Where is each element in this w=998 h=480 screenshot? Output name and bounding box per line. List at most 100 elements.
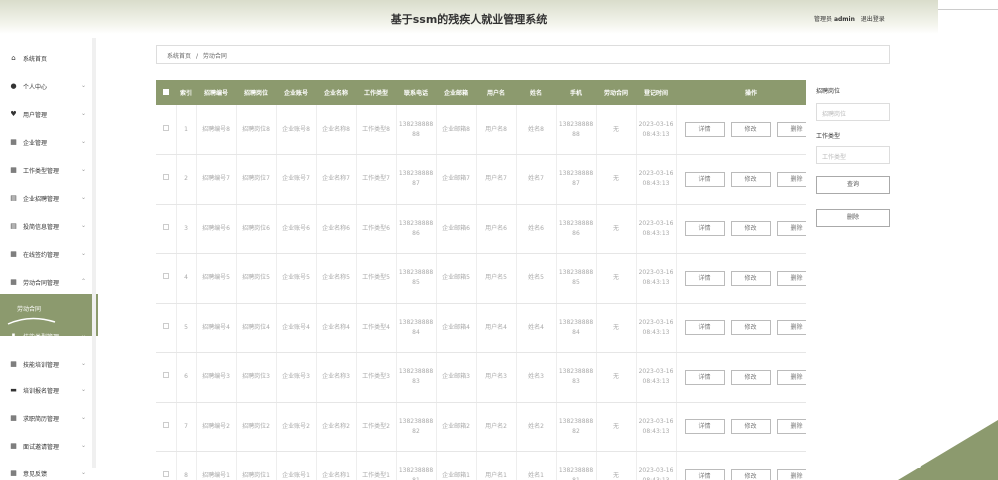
delete-button[interactable]: 删除 bbox=[776, 419, 806, 435]
delete-button[interactable]: 删除 bbox=[776, 369, 806, 385]
position-search-input[interactable]: 招聘岗位 bbox=[816, 103, 890, 121]
sidebar-item[interactable]: ♥ 用户管理 ⌄ bbox=[0, 104, 92, 124]
sidebar-item[interactable]: ▦ 技能培训管理 ⌄ bbox=[0, 354, 92, 374]
table-cell: 企业名称2 bbox=[316, 402, 357, 452]
select-all-checkbox[interactable] bbox=[156, 80, 176, 105]
data-table-container: 索引 招聘编号 招聘岗位 企业账号 企业名称 工作类型 联系电话 企业邮箱 用户名 姓名 手机 劳动合… bbox=[156, 80, 806, 480]
sidebar-item[interactable]: ▦ 在线签约管理 ⌄ bbox=[0, 244, 92, 264]
table-cell: 工作类型7 bbox=[356, 154, 397, 205]
detail-button[interactable]: 详情 bbox=[684, 320, 725, 336]
detail-button[interactable]: 详情 bbox=[684, 419, 725, 435]
table-header-row: 索引 招聘编号 招聘岗位 企业账号 企业名称 工作类型 联系电话 企业邮箱 用户名 姓名 手机 劳动合… bbox=[156, 80, 806, 105]
sidebar-item[interactable]: ▤ 企业招聘管理 ⌄ bbox=[0, 188, 92, 208]
sidebar-scrollbar[interactable] bbox=[92, 38, 96, 468]
table-cell: 招聘编号8 bbox=[196, 105, 237, 155]
breadcrumb-home[interactable]: 系统首页 bbox=[167, 53, 191, 60]
sidebar-item[interactable]: ▬ 培训报名管理 ⌄ bbox=[0, 380, 92, 400]
table-cell: 2023-03-16 08:43:13 bbox=[636, 402, 677, 452]
bar-icon: ▮ bbox=[11, 332, 16, 340]
sidebar-item-label: 意见反馈 bbox=[23, 470, 48, 478]
table-row: 5 招聘编号4 招聘岗位4 企业账号4 企业名称4 工作类型4 13823888884 企业邮… bbox=[156, 303, 806, 353]
table-cell: 2023-03-16 08:43:13 bbox=[636, 204, 677, 254]
detail-button[interactable]: 详情 bbox=[684, 122, 725, 137]
edit-button[interactable]: 修改 bbox=[730, 270, 771, 286]
sidebar-item[interactable]: ▦ 求职简历管理 ⌄ bbox=[0, 408, 92, 428]
table-cell: 招聘编号1 bbox=[196, 451, 237, 480]
edit-button[interactable]: 修改 bbox=[730, 320, 771, 336]
divider bbox=[938, 9, 998, 10]
decorative-corner bbox=[898, 420, 998, 480]
table-cell: 企业邮箱4 bbox=[436, 303, 477, 353]
row-checkbox[interactable] bbox=[156, 204, 177, 254]
sidebar-item[interactable]: ▦ 工作类型管理 ⌄ bbox=[0, 160, 92, 180]
sidebar-item[interactable]: ▮ 技能类型管理 ⌄ bbox=[0, 326, 92, 346]
app-title: 基于ssm的残疾人就业管理系统 bbox=[390, 13, 548, 26]
delete-button[interactable]: 删除 bbox=[776, 122, 806, 137]
detail-button[interactable]: 详情 bbox=[684, 369, 725, 385]
sidebar-item[interactable]: ▦ 意见反馈 ⌄ bbox=[0, 463, 92, 480]
chevron-down-icon: ⌄ bbox=[80, 442, 86, 449]
row-checkbox[interactable] bbox=[156, 352, 177, 403]
row-checkbox[interactable] bbox=[156, 303, 177, 353]
detail-button[interactable]: 详情 bbox=[684, 221, 725, 237]
breadcrumb: 系统首页 / 劳动合同 bbox=[156, 45, 890, 64]
sidebar-item[interactable]: ⌂ 系统首页 bbox=[0, 48, 92, 68]
table-cell: 用户名6 bbox=[476, 204, 517, 254]
sidebar-item[interactable]: ▦ 劳动合同管理 ⌃ bbox=[0, 272, 92, 292]
table-cell: 工作类型6 bbox=[356, 204, 397, 254]
edit-button[interactable]: 修改 bbox=[730, 221, 771, 237]
row-checkbox[interactable] bbox=[156, 105, 177, 155]
table-cell: 招聘编号4 bbox=[196, 303, 237, 353]
edit-button[interactable]: 修改 bbox=[730, 122, 771, 137]
table-cell: 企业名称8 bbox=[316, 105, 357, 155]
search-button[interactable]: 查询 bbox=[816, 176, 890, 194]
doc-icon: ▤ bbox=[10, 194, 17, 202]
chevron-down-icon: ⌄ bbox=[80, 138, 86, 145]
table-cell: 工作类型3 bbox=[356, 352, 397, 403]
sidebar-item[interactable]: ▤ 投简信息管理 ⌄ bbox=[0, 216, 92, 236]
table-cell: 姓名6 bbox=[516, 204, 557, 254]
row-checkbox[interactable] bbox=[156, 253, 177, 304]
logout-link[interactable]: 退出登录 bbox=[861, 16, 885, 23]
sidebar-item-label: 培训报名管理 bbox=[23, 387, 60, 395]
delete-button[interactable]: 删除 bbox=[776, 270, 806, 286]
table-cell: 13823888887 bbox=[396, 154, 437, 205]
watermark: CSDN @佳愉毕设源码 bbox=[790, 456, 923, 471]
table-cell: 13823888881 bbox=[396, 451, 437, 480]
edit-button[interactable]: 修改 bbox=[730, 369, 771, 385]
sidebar-item[interactable]: ▦ 企业管理 ⌄ bbox=[0, 132, 92, 152]
table-cell: 13823888888 bbox=[556, 105, 597, 155]
row-checkbox[interactable] bbox=[156, 402, 177, 452]
delete-button[interactable]: 删除 bbox=[776, 171, 806, 187]
worktype-search-input[interactable]: 工作类型 bbox=[816, 146, 890, 164]
table-cell: 招聘岗位3 bbox=[236, 352, 277, 403]
user-name: admin bbox=[833, 16, 855, 23]
grid-icon: ▦ bbox=[10, 166, 17, 174]
table-cell: 7 bbox=[176, 402, 197, 452]
row-checkbox[interactable] bbox=[156, 154, 177, 205]
edit-button[interactable]: 修改 bbox=[730, 419, 771, 435]
batch-delete-button[interactable]: 删除 bbox=[816, 209, 890, 227]
table-cell: 企业邮箱7 bbox=[436, 154, 477, 205]
sidebar-item[interactable]: ● 个人中心 ⌄ bbox=[0, 76, 92, 96]
detail-button[interactable]: 详情 bbox=[684, 270, 725, 286]
table-cell: 招聘编号7 bbox=[196, 154, 237, 205]
row-actions: 详情 修改 删除 bbox=[676, 451, 806, 480]
edit-button[interactable]: 修改 bbox=[730, 171, 771, 187]
table-cell: 企业账号7 bbox=[276, 154, 317, 205]
doc-icon: ▤ bbox=[10, 222, 17, 230]
column-header: 企业名称 bbox=[323, 90, 348, 97]
table-cell: 用户名3 bbox=[476, 352, 517, 403]
table-cell: 13823888882 bbox=[556, 402, 597, 452]
row-checkbox[interactable] bbox=[156, 451, 177, 480]
table-row: 4 招聘编号5 招聘岗位5 企业账号5 企业名称5 工作类型5 13823888885 企业邮… bbox=[156, 253, 806, 304]
sidebar-item[interactable]: ▦ 面试邀请管理 ⌄ bbox=[0, 436, 92, 456]
table-cell: 工作类型8 bbox=[356, 105, 397, 155]
edit-button[interactable]: 修改 bbox=[730, 468, 771, 480]
delete-button[interactable]: 删除 bbox=[776, 221, 806, 237]
column-header: 招聘岗位 bbox=[243, 90, 268, 97]
detail-button[interactable]: 详情 bbox=[684, 171, 725, 187]
delete-button[interactable]: 删除 bbox=[776, 320, 806, 336]
detail-button[interactable]: 详情 bbox=[684, 468, 725, 480]
breadcrumb-current: 劳动合同 bbox=[202, 53, 227, 60]
